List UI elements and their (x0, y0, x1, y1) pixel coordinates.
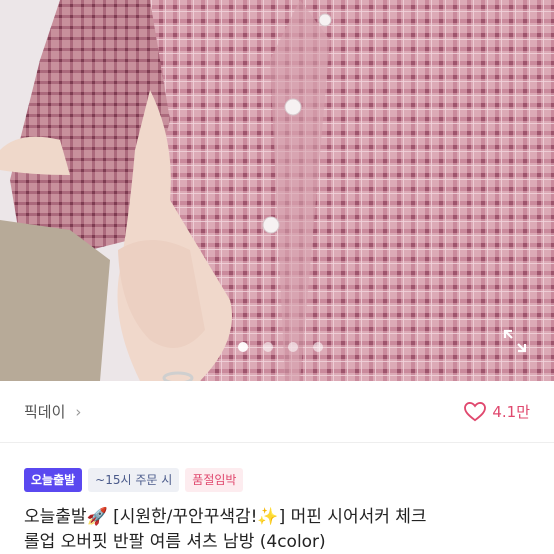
carousel-indicator[interactable] (238, 342, 323, 352)
product-image[interactable] (0, 0, 554, 381)
expand-icon[interactable] (502, 328, 528, 354)
store-name[interactable]: 픽데이 (24, 401, 65, 422)
product-title-line: 오늘출발🚀 [시원한/꾸안꾸색감!✨] 머핀 시어서커 체크 (24, 507, 427, 527)
carousel-dot[interactable] (263, 342, 273, 352)
soldout-warning-badge: 품절임박 (185, 468, 244, 492)
chevron-right-icon[interactable]: › (75, 403, 81, 421)
today-shipping-badge: 오늘출발 (24, 468, 83, 492)
carousel-dot[interactable] (313, 342, 323, 352)
heart-outline-icon[interactable] (464, 401, 487, 422)
product-title-line: 롤업 오버핏 반팔 여름 셔츠 남방 (4color) (24, 532, 326, 552)
order-deadline-badge: ~15시 주문 시 (88, 468, 180, 492)
like-button[interactable]: 4.1만 (464, 401, 530, 422)
like-count: 4.1만 (492, 403, 530, 421)
store-row[interactable]: 픽데이 › 4.1만 (0, 381, 554, 443)
carousel-dot[interactable] (238, 342, 248, 352)
product-title: 오늘출발🚀 [시원한/꾸안꾸색감!✨] 머핀 시어서커 체크 롤업 오버핏 반팔… (24, 505, 544, 554)
product-photo (0, 0, 554, 381)
carousel-dot[interactable] (288, 342, 298, 352)
product-tags: 오늘출발 ~15시 주문 시 품절임박 (24, 468, 244, 492)
